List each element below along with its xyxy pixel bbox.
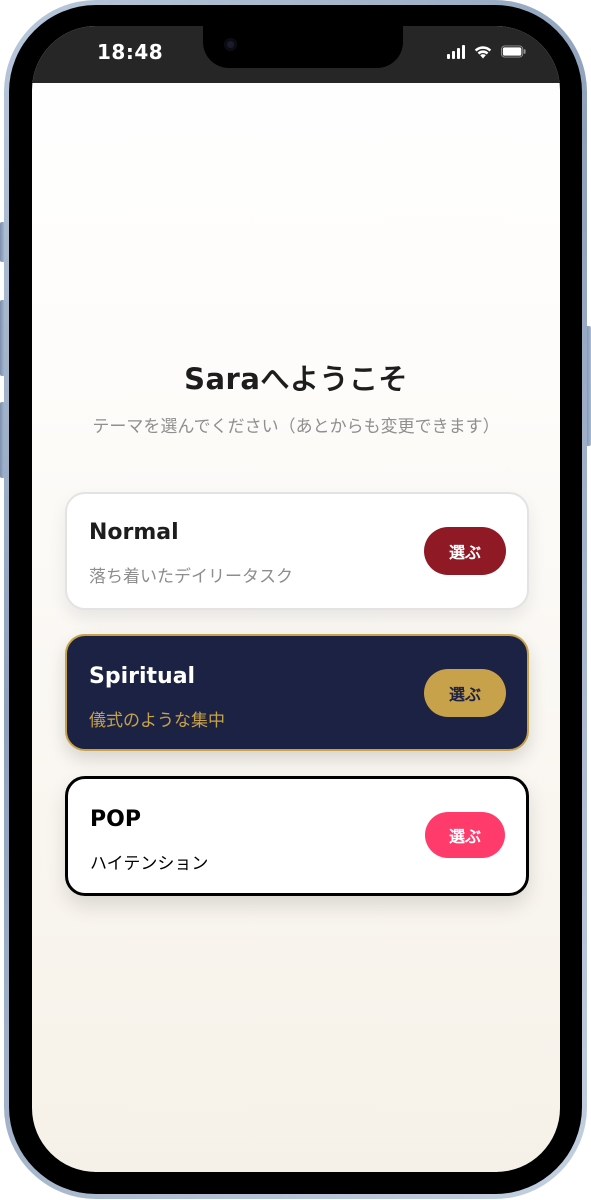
choose-pop-button[interactable]: 選ぶ: [425, 812, 505, 858]
status-time: 18:48: [97, 40, 164, 64]
theme-card-spiritual[interactable]: Spiritual 儀式のような集中 選ぶ: [65, 634, 529, 751]
theme-title: Spiritual: [89, 664, 196, 689]
status-bar: 18:48: [32, 26, 560, 83]
wifi-icon: [474, 46, 492, 59]
device-stage: 18:48 Saraへようこそ テーマを選んでください（あとからも変更できます）…: [0, 0, 591, 1200]
phone-frame: 18:48 Saraへようこそ テーマを選んでください（あとからも変更できます）…: [4, 0, 587, 1199]
theme-title: Normal: [89, 520, 179, 545]
theme-card-normal[interactable]: Normal 落ち着いたデイリータスク 選ぶ: [65, 492, 529, 610]
theme-card-pop[interactable]: POP ハイテンション 選ぶ: [65, 776, 529, 896]
theme-description: 落ち着いたデイリータスク: [89, 567, 293, 587]
app-screen: 18:48 Saraへようこそ テーマを選んでください（あとからも変更できます）…: [32, 26, 560, 1172]
choose-spiritual-button[interactable]: 選ぶ: [424, 669, 506, 717]
cellular-signal-icon: [447, 44, 465, 59]
welcome-subtitle: テーマを選んでください（あとからも変更できます）: [92, 417, 500, 437]
theme-description: ハイテンション: [90, 854, 209, 874]
battery-icon: [501, 45, 526, 58]
welcome-title: Saraへようこそ: [184, 362, 408, 396]
front-camera-icon: [224, 38, 237, 51]
notch: [203, 26, 403, 68]
phone-bezel: 18:48 Saraへようこそ テーマを選んでください（あとからも変更できます）…: [9, 5, 582, 1194]
theme-description: 儀式のような集中: [89, 711, 225, 731]
status-icons: [447, 44, 526, 59]
theme-title: POP: [90, 807, 141, 832]
choose-normal-button[interactable]: 選ぶ: [424, 527, 506, 575]
